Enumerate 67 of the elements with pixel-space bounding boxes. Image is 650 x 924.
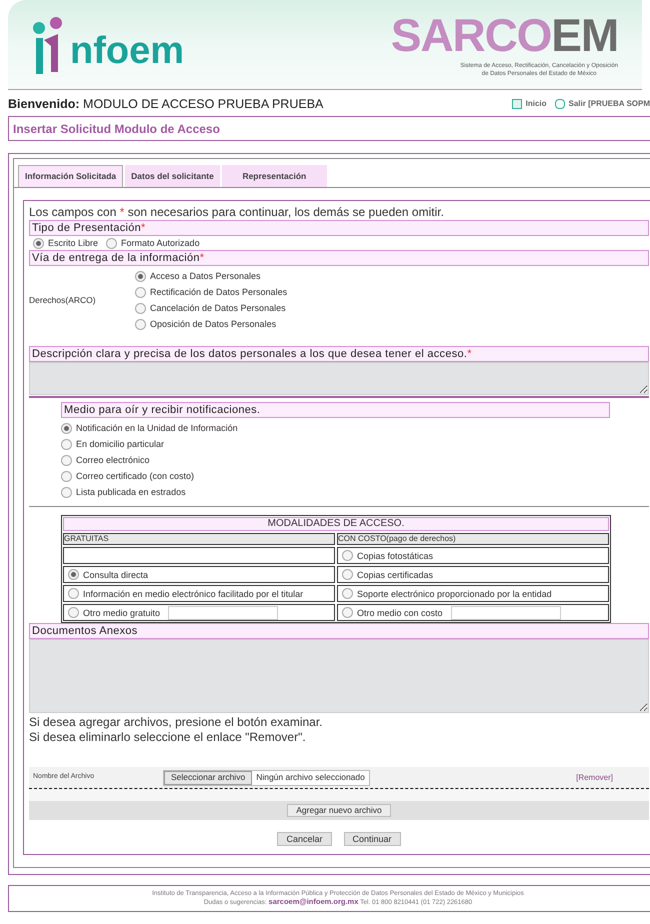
section-heading: Documentos Anexos <box>29 623 649 639</box>
file-status-text: Ningún archivo seleccionado <box>255 771 366 784</box>
radio-button[interactable] <box>68 569 79 580</box>
remove-link[interactable]: [Remover] <box>576 772 613 784</box>
attachments-textarea[interactable] <box>29 639 649 713</box>
option-label: Cancelación de Datos Personales <box>150 302 286 314</box>
tab[interactable]: Representación <box>222 165 327 187</box>
option-label: Otro medio con costo <box>357 606 443 618</box>
table-title: MODALIDADES DE ACCESO. <box>63 517 609 531</box>
input-field[interactable] <box>450 606 561 620</box>
instruction-text: Si desea eliminarlo seleccione el enlace "Remover". <box>29 730 307 745</box>
option-label: Escrito Libre <box>48 237 98 249</box>
tab[interactable]: Información Solicitada <box>18 165 124 187</box>
radio-button[interactable] <box>135 318 146 330</box>
option-label: Soporte electrónico proporcionado por la entidad <box>357 588 552 600</box>
radio-button[interactable] <box>61 422 72 434</box>
radio-button[interactable] <box>61 454 72 466</box>
radio-button[interactable] <box>68 607 79 618</box>
radio-button[interactable] <box>135 302 146 314</box>
option-label: Correo electrónico <box>76 454 150 466</box>
option-label: Información en medio electrónico facilitado por el titular <box>83 588 304 600</box>
section-heading: Vía de entrega de la información* <box>29 250 649 266</box>
cancel-button[interactable]: Cancelar <box>277 832 332 846</box>
section-heading: Medio para oír y recibir notificaciones. <box>61 402 610 418</box>
column-header: CON COSTO(pago de derechos) <box>337 533 609 545</box>
radio-button[interactable] <box>61 438 72 450</box>
option-label: Oposición de Datos Personales <box>150 318 276 330</box>
option-label: Copias fotostáticas <box>357 550 434 562</box>
instruction-text: Si desea agregar archivos, presione el botón examinar. <box>29 715 324 730</box>
home-link[interactable]: Inicio <box>512 98 546 110</box>
option-label: Notificación en la Unidad de Información <box>76 422 238 434</box>
option-label: Lista publicada en estrados <box>76 486 186 498</box>
radio-button[interactable] <box>61 486 72 498</box>
description-textarea[interactable] <box>29 362 649 395</box>
radio-button[interactable] <box>342 569 353 580</box>
brand-logo: SARCOEM <box>390 12 618 58</box>
radio-button[interactable] <box>61 470 72 482</box>
option-label: Acceso a Datos Personales <box>150 270 261 282</box>
option-label: Consulta directa <box>83 568 148 580</box>
radio-button[interactable] <box>342 550 353 561</box>
rights-label: Derechos(ARCO) <box>29 294 97 306</box>
option-label: En domicilio particular <box>76 438 164 450</box>
option-label: Correo certificado (con costo) <box>76 470 194 482</box>
required-notice: Los campos con * son necesarios para continuar, los demás se pueden omitir. <box>29 205 445 220</box>
option-label: Copias certificadas <box>357 568 434 580</box>
radio-button[interactable] <box>135 270 146 282</box>
radio-button[interactable] <box>342 588 353 599</box>
radio-button[interactable] <box>68 588 79 599</box>
choose-file-button[interactable]: Seleccionar archivo <box>164 770 252 784</box>
input-field[interactable] <box>168 606 278 620</box>
section-heading: Descripción clara y precisa de los datos personales a los que desea tener el acceso.* <box>29 346 649 362</box>
page-title: Insertar Solicitud Modulo de Acceso <box>13 120 220 138</box>
option-label: Otro medio gratuito <box>83 606 160 618</box>
welcome-text: Bienvenido: MODULO DE ACCESO PRUEBA PRUEBA <box>8 96 324 113</box>
logo-text: nfoem <box>70 32 184 70</box>
radio-button[interactable] <box>106 238 118 248</box>
option-label: Formato Autorizado <box>121 237 200 249</box>
radio-button[interactable] <box>33 238 44 248</box>
logout-link[interactable]: Salir [PRUEBA SOPM <box>554 98 650 110</box>
radio-button[interactable] <box>135 286 146 298</box>
section-heading: Tipo de Presentación* <box>29 220 649 236</box>
continue-button[interactable]: Continuar <box>344 832 401 846</box>
radio-button[interactable] <box>342 607 353 618</box>
option-label: Rectificación de Datos Personales <box>150 286 288 298</box>
add-file-button[interactable]: Agregar nuevo archivo <box>287 804 391 817</box>
column-header: GRATUITAS <box>63 533 335 545</box>
tab[interactable]: Datos del solicitante <box>125 165 220 187</box>
